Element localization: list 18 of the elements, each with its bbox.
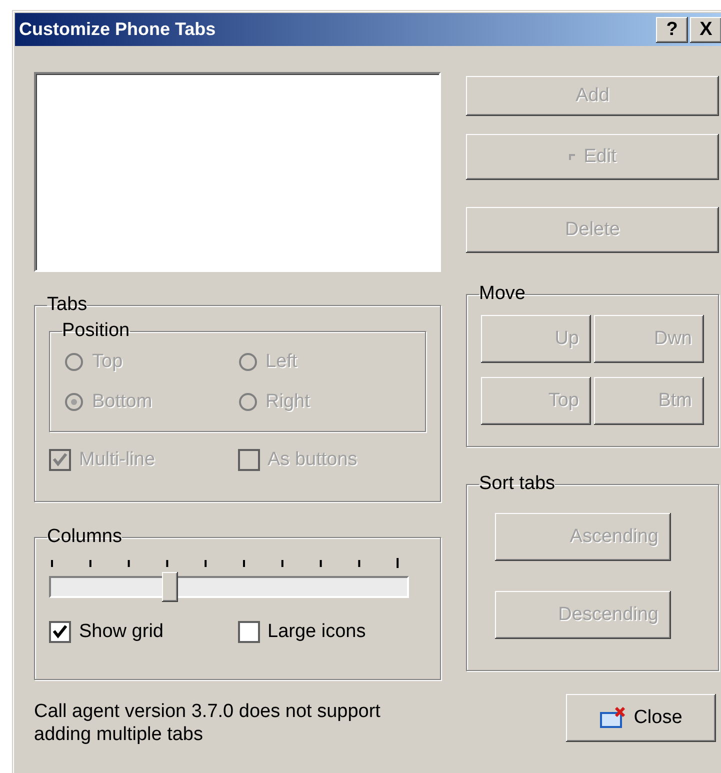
tab-list-box[interactable]: [34, 72, 441, 272]
close-button[interactable]: Close: [566, 694, 716, 742]
checkbox-label: Show grid: [79, 621, 164, 643]
checkbox-label: Large icons: [268, 621, 366, 643]
window-title: Customize Phone Tabs: [19, 19, 217, 40]
help-button[interactable]: ?: [656, 16, 688, 42]
slider-thumb[interactable]: [162, 572, 178, 602]
group-title: Sort tabs: [479, 473, 556, 495]
group-title: Columns: [47, 526, 122, 548]
edit-icon: [568, 154, 576, 160]
group-title: Position: [62, 320, 130, 342]
info-text: Call agent version 3.7.0 does not support adding multiple tabs: [34, 700, 382, 746]
group-title: Tabs: [47, 294, 88, 316]
group-title: Move: [479, 283, 526, 305]
checkbox[interactable]: [238, 621, 260, 643]
close-button[interactable]: X: [690, 16, 721, 42]
checkbox[interactable]: [49, 621, 71, 643]
close-window-icon: [600, 707, 626, 729]
